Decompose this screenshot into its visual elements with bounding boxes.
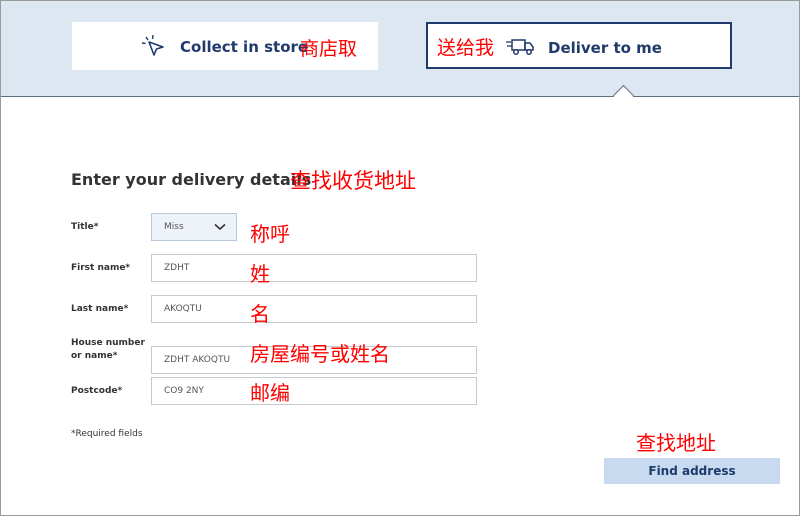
collect-in-store-option[interactable]: Collect in store 商店取 — [72, 22, 378, 70]
house-number-annotation: 房屋编号或姓名 — [250, 342, 390, 366]
cursor-sparkle-icon — [140, 33, 166, 63]
deliver-to-me-option[interactable]: 送给我 Deliver to me — [426, 22, 732, 69]
first-name-annotation: 姓 — [250, 262, 270, 286]
deliver-to-me-label: Deliver to me — [548, 39, 662, 57]
title-label: Title* — [71, 222, 99, 232]
required-fields-note: *Required fields — [71, 429, 143, 439]
delivery-details-annotation: 查找收货地址 — [290, 169, 416, 193]
collect-in-store-label: Collect in store — [180, 38, 309, 56]
postcode-label: Postcode* — [71, 386, 123, 396]
deliver-to-me-annotation: 送给我 — [437, 37, 495, 59]
delivery-truck-icon — [506, 37, 536, 61]
title-select-value: Miss — [164, 222, 184, 232]
collect-in-store-annotation: 商店取 — [300, 38, 358, 60]
title-select[interactable]: Miss — [151, 213, 237, 241]
last-name-label: Last name* — [71, 304, 129, 314]
title-annotation: 称呼 — [250, 222, 290, 246]
find-address-button[interactable]: Find address — [604, 458, 780, 484]
house-number-label-line1: House number — [71, 338, 145, 348]
delivery-details-heading: Enter your delivery details — [71, 170, 312, 189]
postcode-annotation: 邮编 — [250, 381, 290, 405]
first-name-input[interactable]: ZDHT — [151, 254, 477, 282]
find-address-annotation: 查找地址 — [636, 431, 716, 455]
last-name-annotation: 名 — [250, 302, 270, 326]
house-number-label: House number or name* — [71, 337, 145, 363]
house-number-label-line2: or name* — [71, 351, 118, 361]
postcode-input[interactable]: CO9 2NY — [151, 377, 477, 405]
last-name-input[interactable]: AKOQTU — [151, 295, 477, 323]
first-name-label: First name* — [71, 263, 131, 273]
chevron-down-icon — [214, 223, 226, 234]
